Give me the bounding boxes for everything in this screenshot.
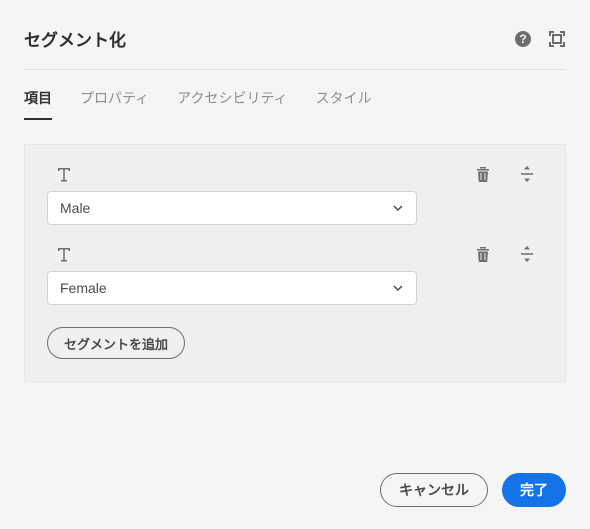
svg-text:?: ? xyxy=(519,32,526,46)
segment-row: Male xyxy=(47,161,543,225)
select-value: Female xyxy=(60,280,107,296)
panel-title: セグメント化 xyxy=(24,26,126,51)
header-icons: ? xyxy=(514,30,566,48)
fullscreen-icon[interactable] xyxy=(548,30,566,48)
tab-items[interactable]: 項目 xyxy=(24,88,52,120)
add-segment-button[interactable]: セグメントを追加 xyxy=(47,327,185,359)
delete-icon[interactable] xyxy=(475,166,491,183)
segment-select[interactable]: Female xyxy=(47,271,417,305)
tab-style[interactable]: スタイル xyxy=(316,88,372,120)
segment-toolbar xyxy=(47,241,543,271)
segment-row: Female xyxy=(47,241,543,305)
tabs-bar: 項目 プロパティ アクセシビリティ スタイル xyxy=(0,70,590,120)
help-icon[interactable]: ? xyxy=(514,30,532,48)
cancel-button[interactable]: キャンセル xyxy=(380,473,488,507)
segmentation-panel: セグメント化 ? xyxy=(0,0,590,70)
text-type-icon[interactable] xyxy=(55,165,73,183)
text-type-icon[interactable] xyxy=(55,245,73,263)
segment-select[interactable]: Male xyxy=(47,191,417,225)
expand-icon[interactable] xyxy=(519,166,535,182)
chevron-down-icon xyxy=(392,202,404,214)
expand-icon[interactable] xyxy=(519,246,535,262)
delete-icon[interactable] xyxy=(475,246,491,263)
panel-header: セグメント化 ? xyxy=(24,26,566,70)
segments-container: Male Female xyxy=(24,144,566,382)
done-button[interactable]: 完了 xyxy=(502,473,566,507)
chevron-down-icon xyxy=(392,282,404,294)
tab-properties[interactable]: プロパティ xyxy=(80,88,149,120)
dialog-footer: キャンセル 完了 xyxy=(380,473,566,507)
segment-toolbar xyxy=(47,161,543,191)
select-value: Male xyxy=(60,200,90,216)
tab-accessibility[interactable]: アクセシビリティ xyxy=(177,88,287,120)
